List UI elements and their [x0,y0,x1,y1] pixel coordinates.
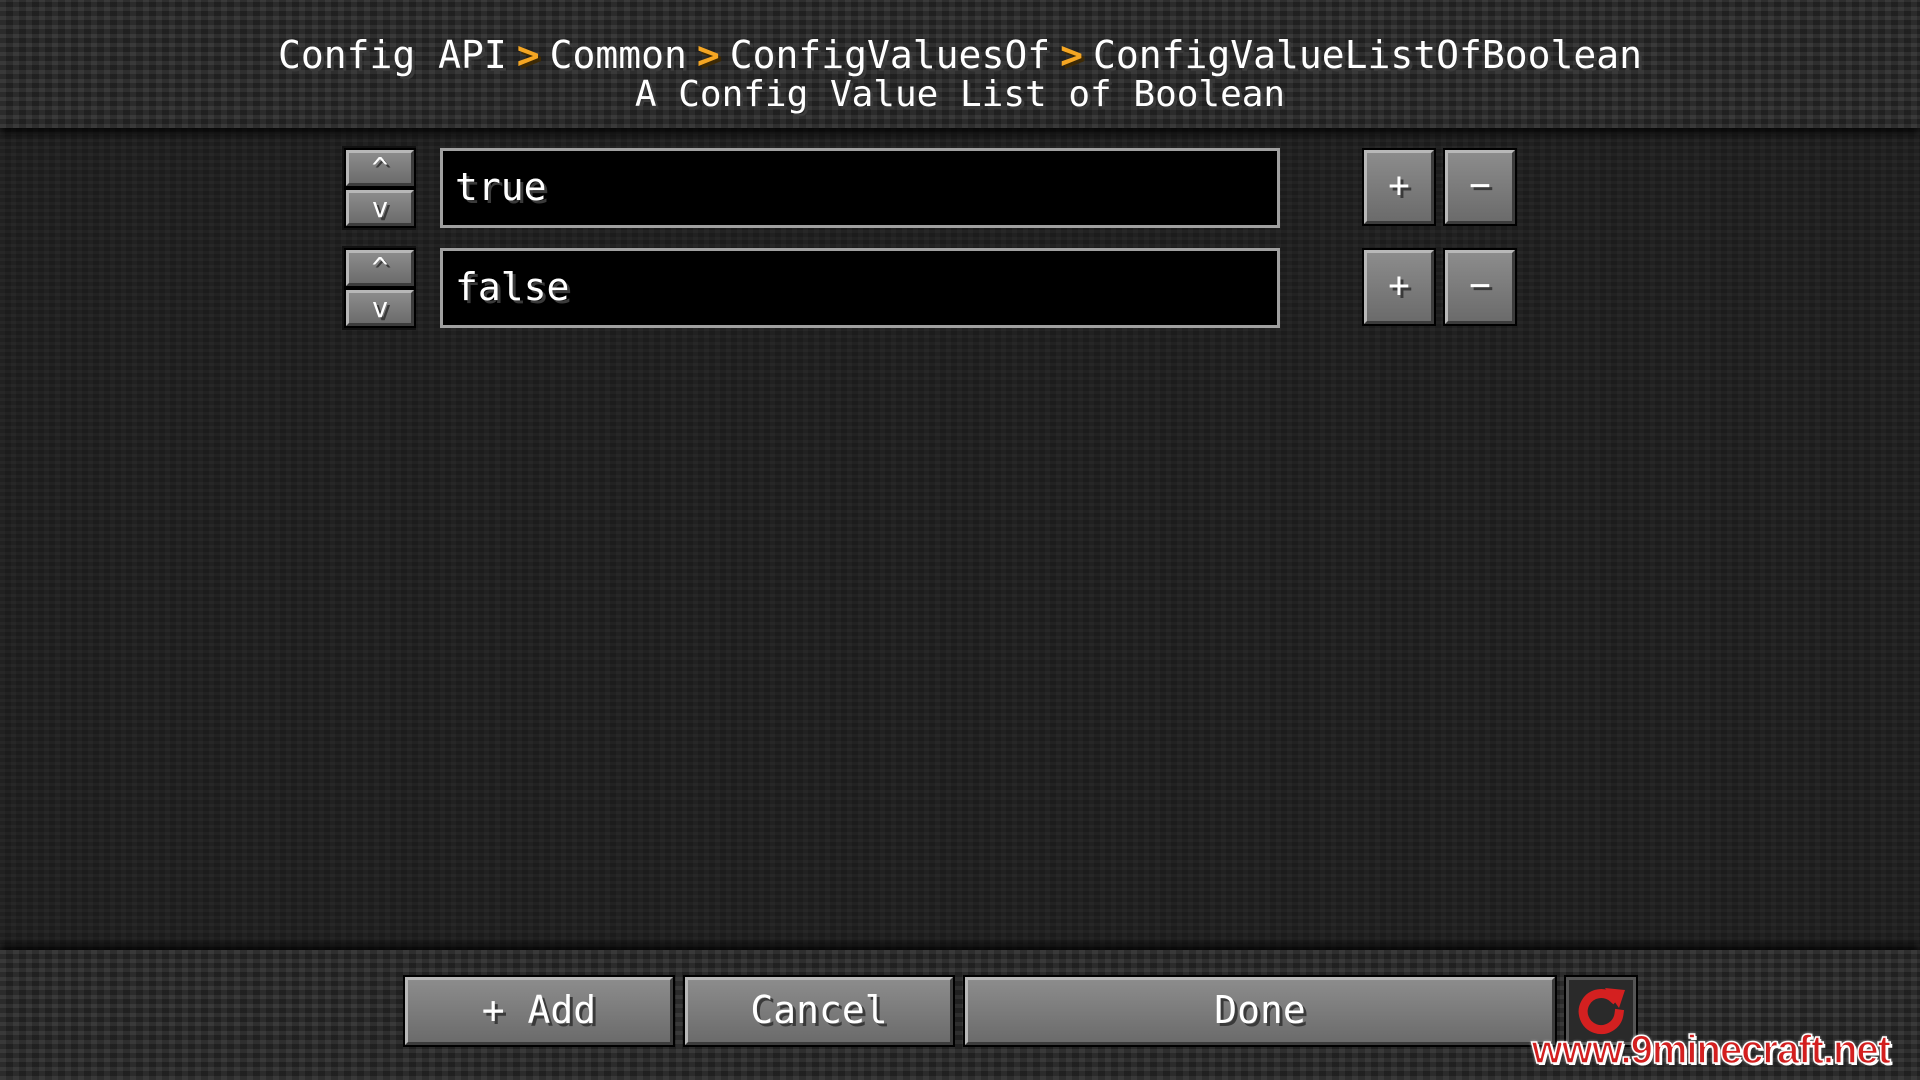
list-item: ^ v true + − [0,146,1920,230]
page-subtitle: A Config Value List of Boolean [634,74,1286,115]
remove-item-button[interactable]: − [1443,248,1517,326]
move-down-button[interactable]: v [344,188,416,228]
move-up-button[interactable]: ^ [344,248,416,288]
reorder-controls: ^ v [342,146,416,230]
insert-item-button[interactable]: + [1362,148,1436,226]
list-item: ^ v false + − [0,246,1920,330]
move-down-button[interactable]: v [344,288,416,328]
add-button[interactable]: + Add [403,975,675,1047]
reorder-controls: ^ v [342,246,416,330]
done-button[interactable]: Done [963,975,1557,1047]
value-input[interactable]: false [440,248,1280,328]
move-up-button[interactable]: ^ [344,148,416,188]
insert-item-button[interactable]: + [1362,248,1436,326]
remove-item-button[interactable]: − [1443,148,1517,226]
watermark-logo: www.9minecraft.net [1531,1027,1892,1073]
value-input[interactable]: true [440,148,1280,228]
config-screen: Config API > Common > ConfigValuesOf > ConfigV… [0,0,1920,1080]
cancel-button[interactable]: Cancel [683,975,955,1047]
